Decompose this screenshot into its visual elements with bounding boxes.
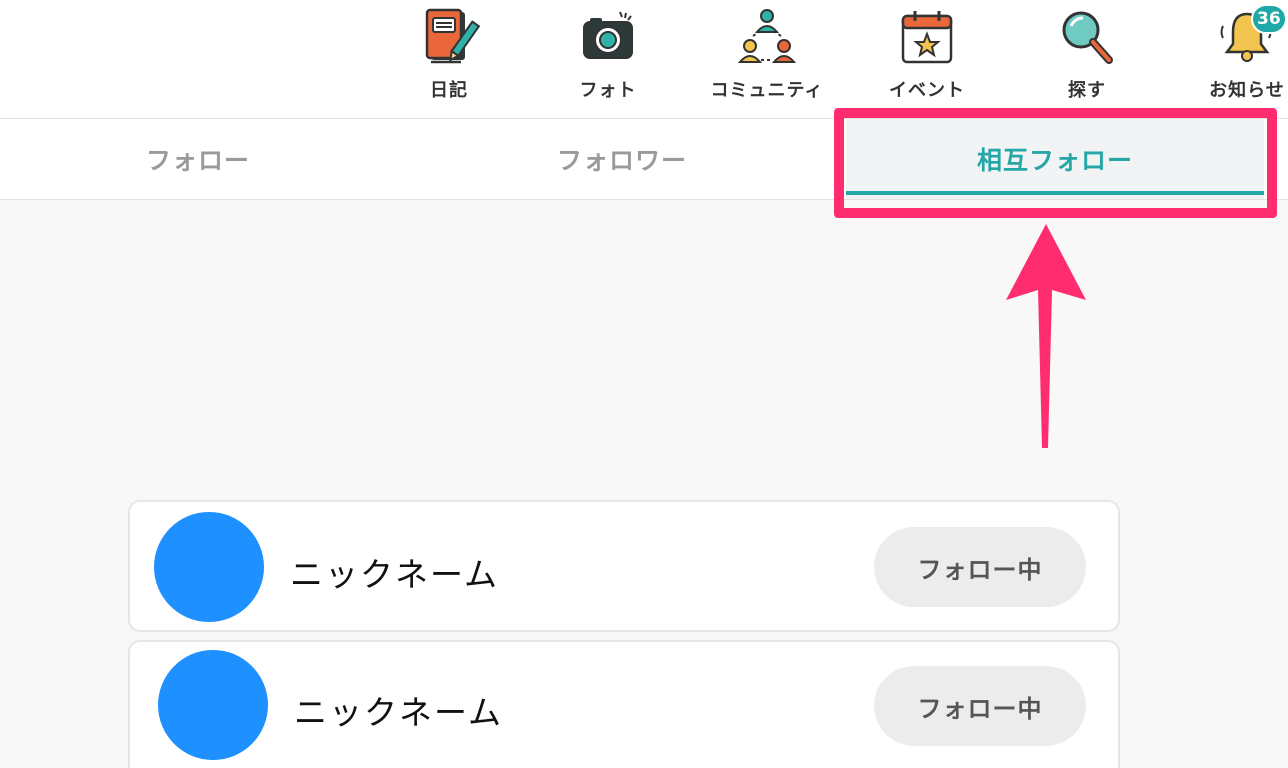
magnifier-icon: [1055, 6, 1119, 70]
avatar[interactable]: [154, 512, 264, 622]
nav-label: フォト: [579, 80, 637, 101]
nav-label: 日記: [430, 80, 468, 101]
nav-item-search[interactable]: 探す: [1022, 0, 1152, 118]
nav-item-community[interactable]: コミュニティ: [702, 0, 832, 118]
tab-followers[interactable]: フォロワー: [424, 119, 820, 199]
up-arrow-annotation: [1006, 224, 1086, 448]
nav-item-notifications[interactable]: 36 お知らせ: [1182, 0, 1288, 118]
list-item: ニックネーム フォロー中: [128, 500, 1120, 632]
nav-item-event[interactable]: イベント: [862, 0, 992, 118]
following-button[interactable]: フォロー中: [874, 527, 1086, 607]
nav-label: イベント: [889, 80, 965, 101]
top-nav: 日記 フォト コミュニティ イベント 探す 36 お知らせ: [0, 0, 1288, 118]
diary-icon: [417, 6, 481, 70]
nav-label: お知らせ: [1209, 80, 1285, 101]
camera-icon: [576, 6, 640, 70]
following-button[interactable]: フォロー中: [874, 666, 1086, 746]
nav-label: 探す: [1068, 80, 1106, 101]
nickname[interactable]: ニックネーム: [290, 548, 499, 596]
list-item: ニックネーム フォロー中: [128, 640, 1120, 768]
page: 日記 フォト コミュニティ イベント 探す 36 お知らせ フォロー フォロワー…: [0, 0, 1288, 768]
notification-badge: 36: [1251, 4, 1287, 34]
nav-item-photo[interactable]: フォト: [543, 0, 673, 118]
nav-item-diary[interactable]: 日記: [384, 0, 514, 118]
tab-follow[interactable]: フォロー: [0, 119, 396, 199]
highlight-box: [834, 108, 1277, 218]
bell-icon: 36: [1215, 4, 1287, 70]
calendar-icon: [895, 6, 959, 70]
avatar[interactable]: [158, 650, 268, 760]
nav-label: コミュニティ: [710, 80, 824, 101]
community-icon: [735, 6, 799, 70]
nickname[interactable]: ニックネーム: [294, 686, 503, 734]
